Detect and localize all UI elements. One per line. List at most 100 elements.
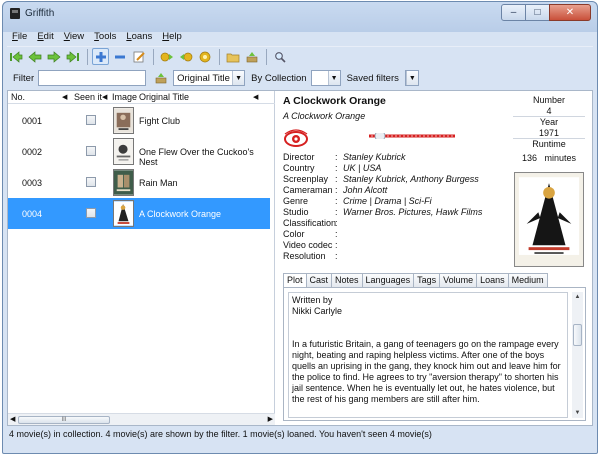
- chevron-down-icon: ▼: [405, 71, 418, 85]
- add-icon[interactable]: [92, 48, 109, 65]
- poster-thumbnail: [113, 107, 134, 134]
- chevron-down-icon: ▼: [232, 71, 245, 85]
- email-icon[interactable]: [196, 48, 213, 65]
- loan-icon[interactable]: [158, 48, 175, 65]
- filter-bar: Filter Original Title ▼ By Collection ▼ …: [7, 68, 595, 88]
- close-button[interactable]: ✕: [549, 4, 591, 21]
- poster-thumbnail: [113, 169, 134, 196]
- chevron-down-icon: ▼: [327, 71, 340, 85]
- info-row-director: Director: Stanley Kubrick: [283, 152, 406, 162]
- column-no[interactable]: No.: [11, 92, 25, 102]
- plot-text: In a futuristic Britain, a gang of teena…: [292, 339, 561, 404]
- row-title: Rain Man: [139, 178, 178, 188]
- movie-info: Director: Stanley Kubrick Country: UK | US…: [283, 152, 509, 262]
- column-image[interactable]: Image: [112, 92, 137, 102]
- collection-select[interactable]: ▼: [310, 70, 341, 86]
- griffith-app-icon: [10, 8, 20, 19]
- tab-loans[interactable]: Loans: [476, 273, 509, 287]
- search-icon[interactable]: [271, 48, 288, 65]
- scroll-thumb[interactable]: [573, 324, 582, 346]
- info-row-classification: Classification:: [283, 218, 338, 228]
- open-folder-icon[interactable]: [224, 48, 241, 65]
- runtime-value: 136 minutes: [521, 153, 577, 163]
- scroll-left-icon[interactable]: ◀: [10, 415, 15, 423]
- window-title: Griffith: [25, 8, 55, 19]
- toolbar-separator: [219, 48, 220, 65]
- scroll-up-icon[interactable]: ▲: [572, 292, 583, 302]
- filter-input[interactable]: [38, 70, 147, 86]
- seen-checkbox[interactable]: [86, 177, 96, 187]
- menu-tools[interactable]: Tools: [89, 30, 121, 44]
- main-content: No. ◀ Seen it ◀ Image Original Title ◀ 0…: [7, 90, 593, 426]
- menu-edit[interactable]: Edit: [32, 30, 58, 44]
- seen-checkbox[interactable]: [86, 208, 96, 218]
- rating-slider[interactable]: [367, 133, 457, 139]
- menu-loans[interactable]: Loans: [121, 30, 157, 44]
- rating-slider-knob: [374, 133, 386, 139]
- info-row-screenplay: Screenplay: Stanley Kubrick, Anthony Burg…: [283, 174, 479, 184]
- table-row[interactable]: 0003 Rain Man: [8, 167, 270, 198]
- edit-icon[interactable]: [130, 48, 147, 65]
- maximize-button[interactable]: □: [525, 4, 550, 21]
- info-row-genre: Genre: Crime | Drama | Sci-Fi: [283, 196, 432, 206]
- rating-eye-icon: [284, 129, 308, 147]
- return-icon[interactable]: [177, 48, 194, 65]
- number-label: Number: [532, 95, 565, 105]
- tab-volume[interactable]: Volume: [439, 273, 478, 287]
- scroll-thumb[interactable]: III: [18, 416, 110, 424]
- sort-icon: ◀: [102, 94, 108, 101]
- filter-field-select[interactable]: Original Title ▼: [173, 70, 246, 86]
- year-label: Year: [539, 117, 559, 127]
- by-collection-button[interactable]: By Collection: [251, 73, 306, 84]
- next-icon[interactable]: [45, 48, 62, 65]
- menu-view[interactable]: View: [59, 30, 89, 44]
- window-controls: – □ ✕: [501, 4, 591, 21]
- row-title: Fight Club: [139, 116, 181, 126]
- table-row[interactable]: 0004 A Clockwork Orange: [8, 198, 270, 229]
- seen-checkbox[interactable]: [86, 115, 96, 125]
- table-row[interactable]: 0002 One Flew Over the Cuckoo's Nest: [8, 136, 270, 167]
- last-icon[interactable]: [64, 48, 81, 65]
- plot-panel: Written by Nikki Carlyle In a futuristic…: [283, 287, 586, 421]
- export-icon[interactable]: [243, 48, 260, 65]
- row-title: One Flew Over the Cuckoo's Nest: [139, 147, 254, 167]
- row-number: 0003: [22, 178, 43, 188]
- main-window: Griffith – □ ✕ File Edit View Tools Loan…: [2, 1, 598, 454]
- saved-filters-select[interactable]: ▼: [404, 70, 419, 86]
- runtime-label: Runtime: [532, 139, 566, 149]
- info-row-color: Color:: [283, 229, 338, 239]
- info-row-country: Country: UK | USA: [283, 163, 382, 173]
- horizontal-scrollbar[interactable]: ◀ III ▶: [8, 413, 275, 425]
- column-original-title[interactable]: Original Title: [139, 92, 189, 102]
- row-title: A Clockwork Orange: [139, 209, 222, 219]
- tab-notes[interactable]: Notes: [331, 273, 363, 287]
- tab-languages[interactable]: Languages: [361, 273, 415, 287]
- column-seen[interactable]: Seen it: [74, 92, 102, 102]
- tab-cast[interactable]: Cast: [305, 273, 333, 287]
- status-bar: 4 movie(s) in collection. 4 movie(s) are…: [9, 429, 432, 439]
- scroll-right-icon[interactable]: ▶: [268, 415, 273, 423]
- movie-list: No. ◀ Seen it ◀ Image Original Title ◀ 0…: [8, 91, 275, 425]
- tab-plot[interactable]: Plot: [283, 273, 307, 288]
- previous-icon[interactable]: [26, 48, 43, 65]
- seen-checkbox[interactable]: [86, 146, 96, 156]
- menu-help[interactable]: Help: [157, 30, 187, 44]
- movie-poster[interactable]: [514, 172, 584, 267]
- menu-file[interactable]: File: [7, 30, 32, 44]
- poster-thumbnail: [113, 200, 134, 227]
- tab-tags[interactable]: Tags: [413, 273, 441, 287]
- vertical-scrollbar[interactable]: ▲ ▼: [572, 292, 583, 418]
- scroll-down-icon[interactable]: ▼: [572, 408, 583, 418]
- movie-detail-panel: A Clockwork Orange A Clockwork Orange Di…: [277, 91, 593, 425]
- delete-icon[interactable]: [111, 48, 128, 65]
- toolbar-separator: [266, 48, 267, 65]
- table-row[interactable]: 0001 Fight Club: [8, 105, 270, 136]
- clear-filter-icon[interactable]: [152, 70, 169, 87]
- first-icon[interactable]: [7, 48, 24, 65]
- minimize-button[interactable]: –: [501, 4, 526, 21]
- row-number: 0002: [22, 147, 43, 157]
- saved-filters-label: Saved filters: [346, 72, 399, 84]
- plot-text-area[interactable]: Written by Nikki Carlyle In a futuristic…: [288, 292, 568, 418]
- tab-medium[interactable]: Medium: [507, 273, 548, 287]
- detail-tabs: Plot Cast Notes Languages Tags Volume Lo…: [283, 273, 586, 288]
